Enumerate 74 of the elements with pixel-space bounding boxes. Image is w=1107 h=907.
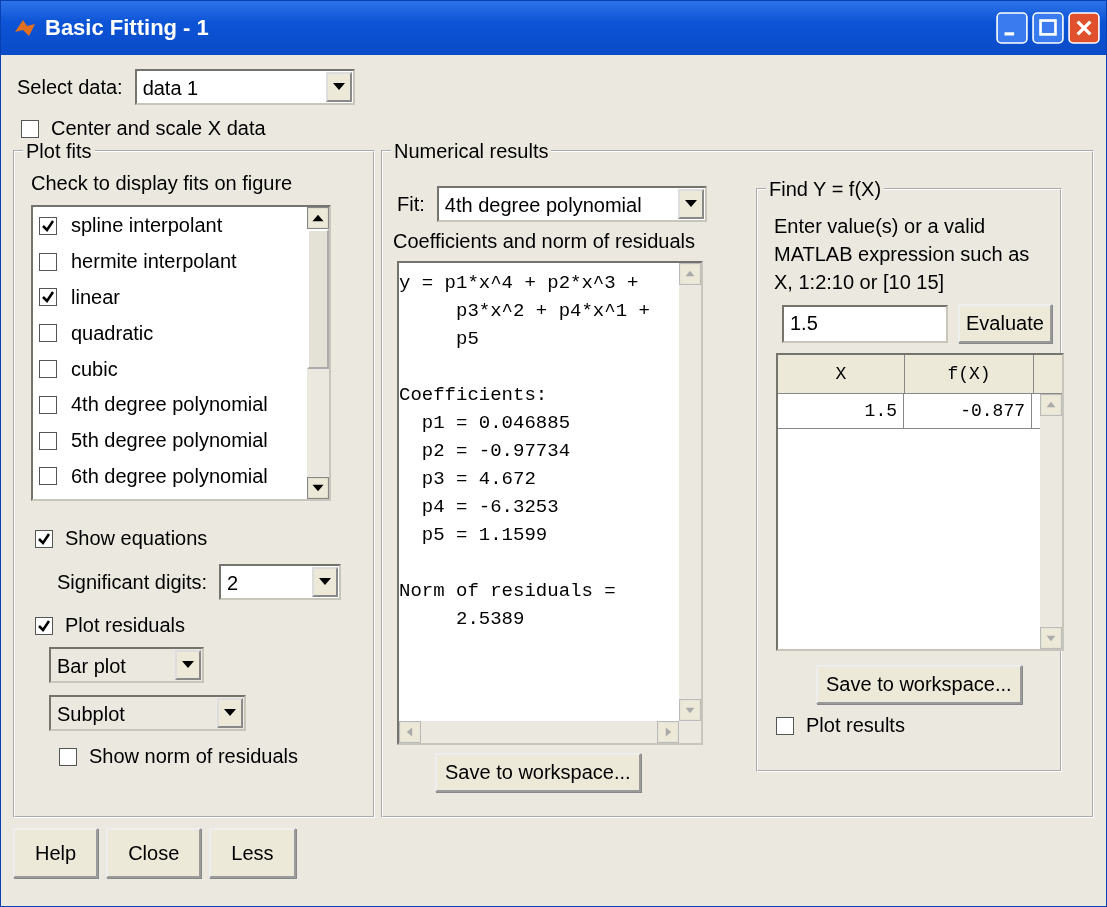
instruction-text: Enter value(s) or a valid MATLAB expression such as X, 1:2:10 or [10 15] (774, 214, 1031, 295)
checkbox[interactable] (39, 324, 57, 343)
table-cell: 1.5 (778, 394, 904, 428)
fit-label[interactable]: quadratic (71, 321, 154, 345)
scroll-down-icon[interactable] (307, 477, 329, 499)
window-title: Basic Fitting - 1 (45, 15, 210, 41)
dialog-button[interactable]: Less (209, 828, 296, 878)
checkbox[interactable] (35, 616, 53, 635)
panel-title: Find Y = f(X) (766, 178, 885, 200)
checkbox-label: Plot residuals (65, 614, 186, 637)
evaluate-button[interactable]: Evaluate (958, 304, 1052, 343)
caret-down-icon (332, 83, 345, 91)
result-line: p2 = -0.97734 (420, 439, 572, 464)
results-text-area[interactable]: y = p1*x^4 + p2*x^3 + p3*x^2 + p4*x^1 + p5 Coefficients: p1 = 0.046885 p2 = -0.97734 p3 = 4.672 p4 = -6.3253 p5 = 1.1599 Norm of residuals = 2.5389 (397, 261, 703, 745)
checkbox-label: Show norm of residuals (89, 745, 298, 768)
scroll-up-icon[interactable] (307, 207, 329, 229)
table-cell: -0.877 (904, 394, 1032, 428)
result-line: p3*x^2 + p4*x^1 + (455, 299, 651, 324)
dialog-button[interactable]: Help (13, 828, 99, 878)
column-header[interactable]: X (778, 355, 905, 393)
fit-label[interactable]: 5th degree polynomial (71, 429, 268, 453)
coefficients-label: Coefficients and norm of residuals (393, 230, 696, 253)
result-line: p1 = 0.046885 (420, 411, 572, 436)
checkbox[interactable] (39, 216, 57, 235)
fit-label[interactable]: 4th degree polynomial (71, 393, 268, 417)
data-dropdown[interactable]: data 1 (134, 69, 355, 105)
save-to-workspace-button[interactable]: Save to workspace... (816, 665, 1022, 704)
checkbox[interactable] (39, 395, 57, 414)
scroll-thumb[interactable] (307, 229, 329, 369)
result-line: p4 = -6.3253 (420, 495, 560, 520)
fit-label[interactable]: linear (71, 286, 120, 309)
scrollbar[interactable] (307, 207, 329, 499)
caret-down-icon (319, 578, 332, 586)
checkbox-label: Show equations (65, 527, 208, 550)
column-header[interactable]: f(X) (905, 355, 1034, 393)
select-data-label: Select data: (17, 75, 123, 99)
plot-location-dropdown[interactable]: Subplot (49, 695, 246, 731)
fit-label[interactable]: cubic (71, 357, 118, 381)
checkbox-label: Plot results (806, 714, 905, 737)
dialog-button[interactable]: Close (106, 828, 202, 878)
result-line: 2.5389 (455, 607, 526, 632)
save-to-workspace-button[interactable]: Save to workspace... (435, 753, 641, 792)
significant-digits-label: Significant digits: (57, 570, 208, 594)
result-line: y = p1*x^4 + p2*x^3 + (399, 271, 640, 296)
fit-label[interactable]: 6th degree polynomial (71, 464, 268, 488)
plot-type-dropdown[interactable]: Bar plot (49, 647, 204, 683)
close-button[interactable] (1068, 12, 1100, 44)
result-line: p3 = 4.672 (420, 467, 537, 492)
checkbox[interactable] (39, 467, 57, 486)
fit-label[interactable]: hermite interpolant (71, 250, 237, 274)
instruction-text: Check to display fits on figure (31, 172, 294, 195)
caret-down-icon (224, 709, 236, 717)
checkbox[interactable] (21, 119, 39, 138)
checkbox[interactable] (35, 529, 53, 548)
minimize-button[interactable] (996, 12, 1028, 44)
checkbox[interactable] (39, 360, 57, 379)
result-line: p5 (455, 327, 480, 352)
caret-down-icon (182, 661, 194, 669)
fit-label: Fit: (397, 192, 425, 216)
result-line: p5 = 1.1599 (420, 523, 549, 548)
caret-down-icon (684, 200, 697, 208)
checkbox[interactable] (39, 431, 57, 450)
checkbox[interactable] (39, 288, 57, 307)
result-line: Coefficients: (399, 383, 549, 408)
result-line: Norm of residuals = (399, 579, 617, 604)
checkbox[interactable] (39, 252, 57, 271)
checkbox[interactable] (776, 716, 794, 735)
checkbox-label: Center and scale X data (51, 117, 266, 140)
fit-label[interactable]: spline interpolant (71, 214, 223, 238)
digits-dropdown[interactable]: 2 (219, 564, 342, 600)
checkbox[interactable] (59, 747, 77, 766)
x-value-field[interactable]: 1.5 (782, 304, 948, 343)
maximize-button[interactable] (1032, 12, 1064, 44)
fit-dropdown[interactable]: 4th degree polynomial (436, 186, 707, 222)
